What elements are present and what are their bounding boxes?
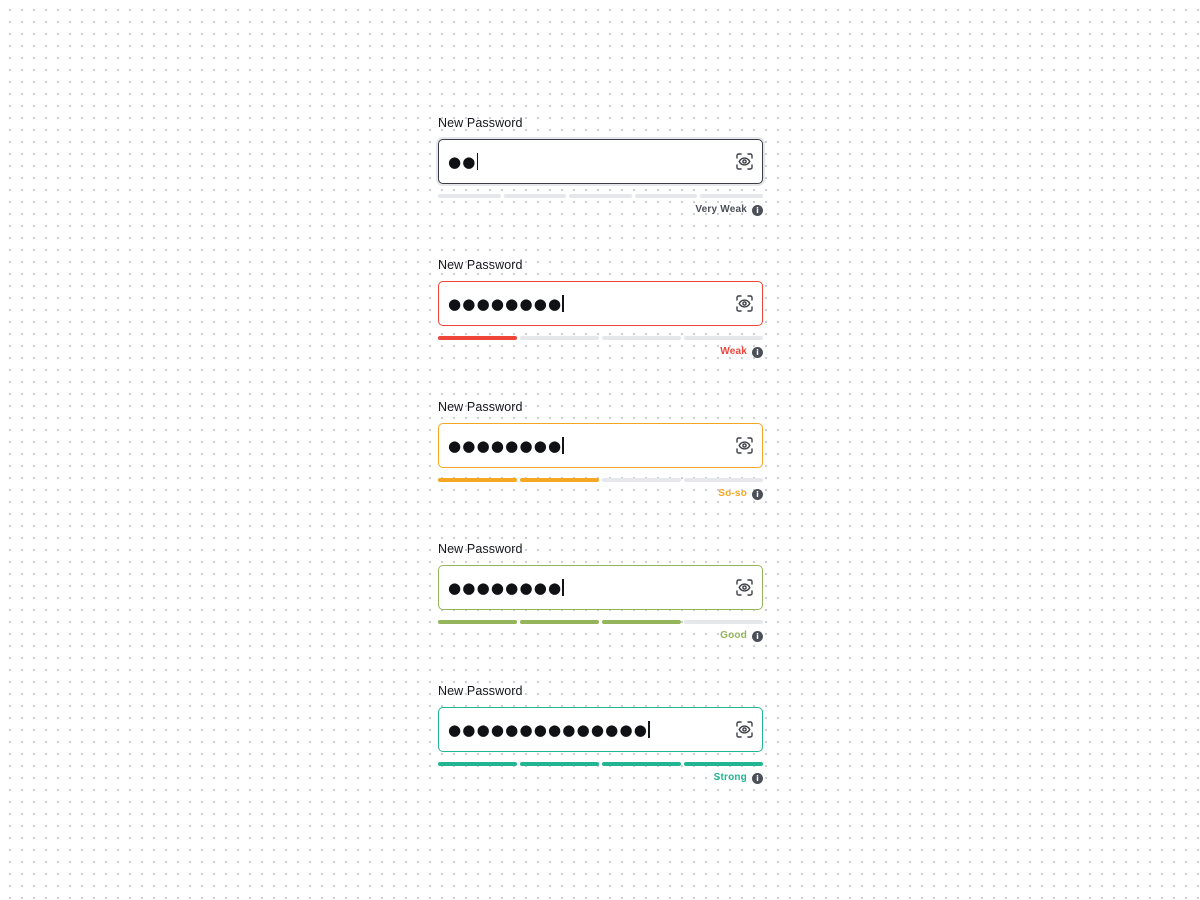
info-icon[interactable]: i [752, 346, 763, 358]
password-field-weak: New Password ●●●●●●●● Weak i [438, 258, 763, 400]
strength-status: Very Weak i [695, 204, 763, 216]
eye-icon[interactable] [736, 153, 753, 170]
strength-segment [520, 478, 599, 482]
password-value: ●● [448, 152, 477, 171]
password-field-very-weak: New Password ●● Very Weak i [438, 116, 763, 258]
strength-segment [438, 194, 501, 198]
strength-label: Good [720, 630, 747, 641]
strength-segment [438, 478, 517, 482]
text-caret [476, 153, 479, 170]
strength-label: Weak [720, 346, 747, 357]
strength-segment [684, 336, 763, 340]
strength-segment [602, 762, 681, 766]
strength-segment [700, 194, 763, 198]
strength-segment [520, 762, 599, 766]
info-icon[interactable]: i [752, 772, 763, 784]
strength-segment [634, 194, 698, 198]
strength-segment [503, 194, 567, 198]
info-icon[interactable]: i [752, 630, 763, 642]
strength-segment [684, 478, 763, 482]
password-input[interactable]: ●●●●●●●● [438, 565, 763, 610]
eye-icon[interactable] [736, 721, 753, 738]
strength-label: Strong [713, 772, 747, 783]
password-value: ●●●●●●●● [448, 578, 563, 597]
password-input[interactable]: ●● [438, 139, 763, 184]
text-caret [562, 437, 564, 454]
password-input[interactable]: ●●●●●●●●●●●●●● [438, 707, 763, 752]
strength-segment [520, 336, 599, 340]
strength-segment [684, 762, 763, 766]
strength-segment [520, 620, 599, 624]
strength-segment [602, 478, 681, 482]
strength-segment [438, 336, 517, 340]
password-strength-examples: New Password ●● Very Weak i New Password [438, 116, 763, 826]
strength-label: Very Weak [695, 204, 747, 215]
strength-segment [602, 620, 681, 624]
strength-segment [438, 762, 517, 766]
password-value: ●●●●●●●●●●●●●● [448, 720, 649, 739]
password-field-good: New Password ●●●●●●●● Good i [438, 542, 763, 684]
strength-meter [438, 194, 763, 198]
strength-segment [602, 336, 681, 340]
strength-status: Good i [720, 630, 763, 642]
field-label: New Password [438, 400, 523, 414]
strength-segment [569, 194, 632, 198]
password-input[interactable]: ●●●●●●●● [438, 423, 763, 468]
field-label: New Password [438, 258, 523, 272]
eye-icon[interactable] [736, 295, 753, 312]
password-value: ●●●●●●●● [448, 294, 563, 313]
password-field-so-so: New Password ●●●●●●●● So-so i [438, 400, 763, 542]
strength-segment [684, 620, 763, 624]
strength-segment [438, 620, 517, 624]
field-label: New Password [438, 684, 523, 698]
password-input[interactable]: ●●●●●●●● [438, 281, 763, 326]
strength-status: Weak i [720, 346, 763, 358]
field-label: New Password [438, 116, 523, 130]
strength-status: So-so i [718, 488, 763, 500]
password-value: ●●●●●●●● [448, 436, 563, 455]
strength-meter [438, 478, 763, 482]
eye-icon[interactable] [736, 437, 753, 454]
eye-icon[interactable] [736, 579, 753, 596]
strength-label: So-so [718, 488, 747, 499]
strength-meter [438, 762, 763, 766]
strength-meter [438, 336, 763, 340]
info-icon[interactable]: i [752, 204, 763, 216]
field-label: New Password [438, 542, 523, 556]
strength-status: Strong i [714, 772, 763, 784]
text-caret [562, 579, 564, 596]
password-field-strong: New Password ●●●●●●●●●●●●●● Strong i [438, 684, 763, 826]
text-caret [648, 721, 650, 738]
strength-meter [438, 620, 763, 624]
info-icon[interactable]: i [752, 488, 763, 500]
text-caret [562, 295, 564, 312]
